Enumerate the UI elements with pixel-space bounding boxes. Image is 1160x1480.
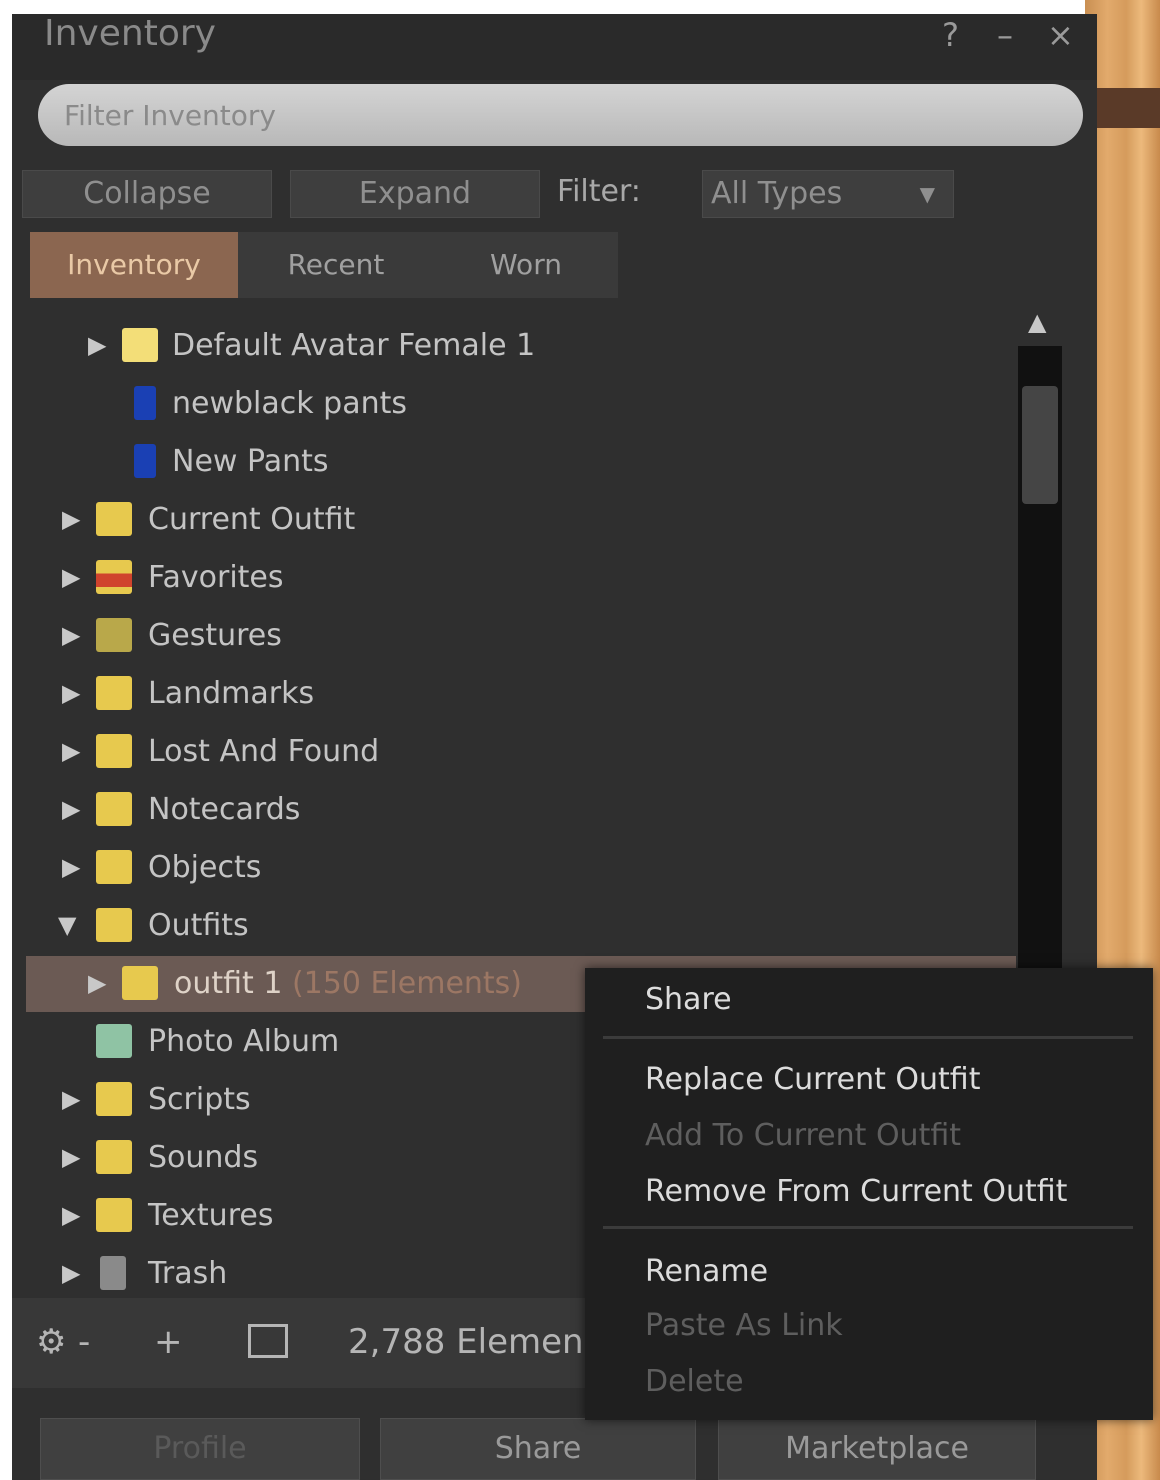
menu-separator	[603, 1036, 1133, 1039]
outfit-folder-icon	[96, 502, 132, 536]
expand-arrow-icon[interactable]: ▶	[62, 620, 80, 650]
scroll-up-arrow-icon[interactable]: ▲	[1028, 308, 1046, 336]
tree-item-label: Scripts	[148, 1082, 251, 1117]
tree-item-label: Favorites	[148, 560, 284, 595]
menu-item-paste-as-link: Paste As Link	[645, 1308, 843, 1343]
tree-item-landmarks[interactable]: ▶ Landmarks	[12, 666, 1017, 722]
tree-item-label: outfit 1 (150 Elements)	[174, 962, 522, 1006]
element-count: (150 Elements)	[291, 966, 523, 1001]
notecards-folder-icon	[96, 792, 132, 826]
tree-item-label: newblack pants	[172, 386, 408, 421]
expand-arrow-icon[interactable]: ▶	[62, 562, 80, 592]
expand-button[interactable]: Expand	[290, 170, 540, 218]
window-title: Inventory	[44, 13, 216, 54]
pants-icon	[134, 444, 156, 478]
expand-arrow-icon[interactable]: ▶	[62, 678, 80, 708]
menu-item-replace-current-outfit[interactable]: Replace Current Outfit	[645, 1062, 980, 1097]
collapse-arrow-icon[interactable]: ▼	[58, 910, 76, 940]
outfits-folder-icon	[96, 908, 132, 942]
tree-item-default-avatar[interactable]: ▶ Default Avatar Female 1	[12, 318, 1017, 374]
tree-item-label: Outfits	[148, 908, 249, 943]
tree-item-label: Gestures	[148, 618, 282, 653]
folder-icon	[122, 328, 158, 362]
textures-folder-icon	[96, 1198, 132, 1232]
tree-item-favorites[interactable]: ▶ Favorites	[12, 550, 1017, 606]
tree-item-label: Lost And Found	[148, 734, 380, 769]
expand-arrow-icon[interactable]: ▶	[88, 330, 106, 360]
tree-item-lost-and-found[interactable]: ▶ Lost And Found	[12, 724, 1017, 780]
outfit-folder-icon	[122, 966, 158, 1000]
objects-folder-icon	[96, 850, 132, 884]
tree-item-label: Default Avatar Female 1	[172, 328, 536, 363]
tree-item-current-outfit[interactable]: ▶ Current Outfit	[12, 492, 1017, 548]
tree-item-label: Current Outfit	[148, 502, 356, 537]
menu-item-share[interactable]: Share	[645, 982, 732, 1017]
tab-inventory[interactable]: Inventory	[30, 232, 238, 298]
tree-item-label: Trash	[148, 1256, 228, 1291]
menu-item-delete: Delete	[645, 1364, 744, 1399]
tree-item-gestures[interactable]: ▶ Gestures	[12, 608, 1017, 664]
tree-item-label: Notecards	[148, 792, 301, 827]
chevron-down-icon: ▼	[919, 182, 935, 206]
type-filter-dropdown[interactable]: All Types ▼	[702, 170, 954, 218]
lost-found-folder-icon	[96, 734, 132, 768]
collapse-button[interactable]: Collapse	[22, 170, 272, 218]
filter-inventory-input[interactable]	[38, 84, 1083, 146]
outfit-name: outfit 1	[174, 966, 283, 1001]
context-menu: Share Replace Current Outfit Add To Curr…	[585, 968, 1153, 1420]
new-window-icon[interactable]	[248, 1324, 288, 1358]
expand-arrow-icon[interactable]: ▶	[88, 968, 106, 998]
gear-icon[interactable]: ⚙	[36, 1322, 66, 1362]
tree-item-notecards[interactable]: ▶ Notecards	[12, 782, 1017, 838]
scripts-folder-icon	[96, 1082, 132, 1116]
tree-item-label: New Pants	[172, 444, 329, 479]
gestures-folder-icon	[96, 618, 132, 652]
menu-item-remove-from-current-outfit[interactable]: Remove From Current Outfit	[645, 1174, 1067, 1209]
trash-icon	[100, 1256, 126, 1290]
favorites-folder-icon	[96, 560, 132, 594]
expand-arrow-icon[interactable]: ▶	[62, 1200, 80, 1230]
tree-item-label: Sounds	[148, 1140, 259, 1175]
marketplace-button[interactable]: Marketplace	[718, 1418, 1036, 1480]
tree-item-label: Landmarks	[148, 676, 315, 711]
tree-item-label: Photo Album	[148, 1024, 340, 1059]
tree-item-newblack-pants[interactable]: newblack pants	[12, 376, 1017, 432]
filter-label: Filter:	[557, 174, 641, 209]
help-icon[interactable]: ?	[942, 18, 959, 52]
landmarks-folder-icon	[96, 676, 132, 710]
menu-item-add-to-current-outfit: Add To Current Outfit	[645, 1118, 961, 1153]
minimize-icon[interactable]: –	[997, 18, 1013, 52]
tree-item-outfits[interactable]: ▼ Outfits	[12, 898, 1017, 954]
tree-item-label: Objects	[148, 850, 262, 885]
item-count-text: 2,788 Elemen	[348, 1322, 584, 1362]
expand-arrow-icon[interactable]: ▶	[62, 736, 80, 766]
profile-button[interactable]: Profile	[40, 1418, 360, 1480]
tab-recent[interactable]: Recent	[238, 232, 434, 298]
expand-arrow-icon[interactable]: ▶	[62, 504, 80, 534]
expand-arrow-icon[interactable]: ▶	[62, 1142, 80, 1172]
tree-item-label: Textures	[148, 1198, 274, 1233]
menu-item-rename[interactable]: Rename	[645, 1254, 768, 1289]
menu-separator	[603, 1226, 1133, 1229]
gear-menu-chevron[interactable]: -	[78, 1322, 90, 1362]
pants-icon	[134, 386, 156, 420]
close-icon[interactable]: ×	[1047, 18, 1074, 52]
expand-arrow-icon[interactable]: ▶	[62, 794, 80, 824]
sounds-folder-icon	[96, 1140, 132, 1174]
expand-arrow-icon[interactable]: ▶	[62, 852, 80, 882]
add-icon[interactable]: +	[154, 1322, 183, 1362]
tree-item-new-pants[interactable]: New Pants	[12, 434, 1017, 490]
expand-arrow-icon[interactable]: ▶	[62, 1084, 80, 1114]
photo-album-folder-icon	[96, 1024, 132, 1058]
scrollbar-thumb[interactable]	[1022, 386, 1058, 504]
expand-arrow-icon[interactable]: ▶	[62, 1258, 80, 1288]
title-bar[interactable]: Inventory ? – ×	[12, 14, 1097, 80]
share-button[interactable]: Share	[380, 1418, 696, 1480]
tab-worn[interactable]: Worn	[434, 232, 618, 298]
type-filter-value: All Types	[711, 176, 843, 211]
tree-item-objects[interactable]: ▶ Objects	[12, 840, 1017, 896]
